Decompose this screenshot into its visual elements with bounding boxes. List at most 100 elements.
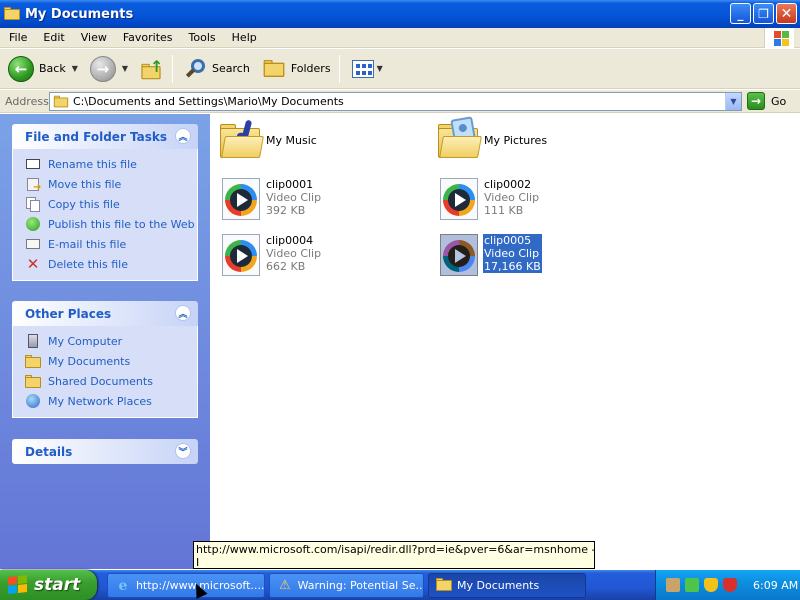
menu-file[interactable]: File (0, 31, 34, 44)
taskbar-button-warning[interactable]: ⚠ Warning: Potential Se... (269, 573, 424, 598)
email-icon (25, 236, 41, 252)
task-pane: File and Folder Tasks ︽ Rename this file… (0, 114, 210, 569)
rename-icon (25, 156, 41, 172)
copy-icon (25, 196, 41, 212)
taskbar: start e http://www.microsoft.... ⚠ Warni… (0, 570, 800, 600)
delete-file-link[interactable]: ✕ Delete this file (25, 254, 197, 274)
file-item-my-pictures[interactable]: My Pictures (434, 116, 548, 166)
place-label: Shared Documents (48, 374, 153, 388)
file-size: 17,166 KB (484, 260, 541, 273)
video-clip-icon (216, 174, 264, 222)
forward-dropdown-icon[interactable]: ▼ (122, 64, 128, 73)
details-panel: Details ︾ (12, 439, 198, 464)
address-label: Address (5, 94, 49, 108)
file-folder-tasks-panel: File and Folder Tasks ︽ Rename this file… (12, 124, 198, 281)
maximize-button[interactable]: ❐ (753, 3, 774, 24)
collapse-chevron-icon[interactable]: ︽ (175, 305, 191, 321)
delete-icon: ✕ (26, 255, 40, 273)
publish-file-link[interactable]: Publish this file to the Web (25, 214, 197, 234)
file-item-clip0004[interactable]: clip0004 Video Clip 662 KB (216, 230, 322, 278)
network-places-link[interactable]: My Network Places (25, 391, 197, 411)
taskbar-button-ie[interactable]: e http://www.microsoft.... (107, 573, 265, 598)
tray-shield-icon[interactable] (704, 578, 718, 592)
panel-title: Details (25, 444, 73, 459)
views-dropdown-icon[interactable]: ▼ (377, 64, 383, 73)
menu-bar: File Edit View Favorites Tools Help (0, 28, 800, 48)
folder-icon (53, 95, 69, 108)
address-dropdown-icon[interactable]: ▼ (725, 93, 741, 110)
file-item-clip0002[interactable]: clip0002 Video Clip 111 KB (434, 174, 540, 222)
search-button[interactable]: Search (181, 52, 254, 86)
email-file-link[interactable]: E-mail this file (25, 234, 197, 254)
clock[interactable]: 6:09 AM (753, 579, 798, 592)
video-clip-icon (434, 174, 482, 222)
place-label: My Documents (48, 354, 131, 368)
file-name: clip0004 (266, 234, 314, 247)
my-computer-link[interactable]: My Computer (25, 331, 197, 351)
file-size: 662 KB (266, 260, 306, 273)
folder-icon (436, 577, 452, 594)
start-label: start (34, 575, 81, 595)
collapse-chevron-icon[interactable]: ︽ (175, 128, 191, 144)
file-type: Video Clip (484, 247, 540, 260)
back-button[interactable]: ← Back ▼ (4, 52, 82, 86)
taskbar-button-my-documents[interactable]: My Documents (428, 573, 586, 598)
panel-title: File and Folder Tasks (25, 129, 168, 144)
warning-icon: ⚠ (278, 578, 291, 593)
pictures-folder-icon (434, 116, 482, 166)
task-label: Move this file (48, 177, 122, 191)
file-name: clip0001 (266, 178, 314, 191)
menu-favorites[interactable]: Favorites (114, 31, 180, 44)
address-bar: Address C:\Documents and Settings\Mario\… (0, 90, 800, 113)
shared-documents-link[interactable]: Shared Documents (25, 371, 197, 391)
place-label: My Network Places (48, 394, 152, 408)
panel-header[interactable]: Other Places ︽ (12, 301, 198, 326)
file-item-my-music[interactable]: My Music (216, 118, 318, 166)
start-button[interactable]: start (0, 570, 97, 600)
folders-icon (263, 60, 285, 77)
forward-button[interactable]: → ▼ (86, 52, 132, 86)
windows-flag-icon (8, 575, 28, 595)
search-label: Search (212, 62, 250, 75)
rename-file-link[interactable]: Rename this file (25, 154, 197, 174)
expand-chevron-icon[interactable]: ︾ (175, 443, 191, 459)
minimize-button[interactable]: _ (730, 3, 751, 24)
copy-file-link[interactable]: Copy this file (25, 194, 197, 214)
toolbar-separator (172, 54, 174, 83)
up-folder-button[interactable]: ↑ (136, 52, 168, 86)
publish-icon (25, 216, 41, 232)
forward-arrow-icon: → (89, 55, 116, 82)
address-path: C:\Documents and Settings\Mario\My Docum… (73, 95, 344, 108)
menu-view[interactable]: View (72, 31, 114, 44)
window-title: My Documents (25, 6, 134, 22)
panel-header[interactable]: File and Folder Tasks ︽ (12, 124, 198, 149)
folders-button[interactable]: Folders (258, 52, 335, 86)
task-label: Copy this file (48, 197, 120, 211)
tooltip: http://www.microsoft.com/isapi/redir.dll… (193, 541, 595, 569)
file-type: Video Clip (266, 191, 322, 204)
menu-tools[interactable]: Tools (180, 31, 223, 44)
menu-help[interactable]: Help (223, 31, 264, 44)
panel-title: Other Places (25, 306, 112, 321)
menu-edit[interactable]: Edit (34, 31, 71, 44)
tray-update-icon[interactable] (685, 578, 699, 592)
file-size: 111 KB (484, 204, 524, 217)
views-button[interactable]: ▼ (348, 52, 387, 86)
tray-security-alert-icon[interactable] (723, 578, 737, 592)
task-label: Rename this file (48, 157, 137, 171)
file-item-clip0005[interactable]: clip0005 Video Clip 17,166 KB (434, 230, 542, 278)
title-bar[interactable]: My Documents _ ❐ ✕ (0, 0, 800, 28)
file-item-clip0001[interactable]: clip0001 Video Clip 392 KB (216, 174, 322, 222)
panel-header[interactable]: Details ︾ (12, 439, 198, 464)
my-documents-link[interactable]: My Documents (25, 351, 197, 371)
address-input[interactable]: C:\Documents and Settings\Mario\My Docum… (49, 92, 742, 111)
close-button[interactable]: ✕ (776, 3, 797, 24)
video-clip-icon (434, 230, 482, 278)
move-icon: ➜ (25, 176, 41, 193)
go-button[interactable]: → Go (747, 92, 786, 110)
tray-app-icon[interactable] (666, 578, 680, 592)
back-dropdown-icon[interactable]: ▼ (72, 64, 78, 73)
file-list: My Music My Pictures clip0001 Video Clip… (210, 114, 800, 569)
other-places-panel: Other Places ︽ My Computer My Documents … (12, 301, 198, 418)
move-file-link[interactable]: ➜ Move this file (25, 174, 197, 194)
